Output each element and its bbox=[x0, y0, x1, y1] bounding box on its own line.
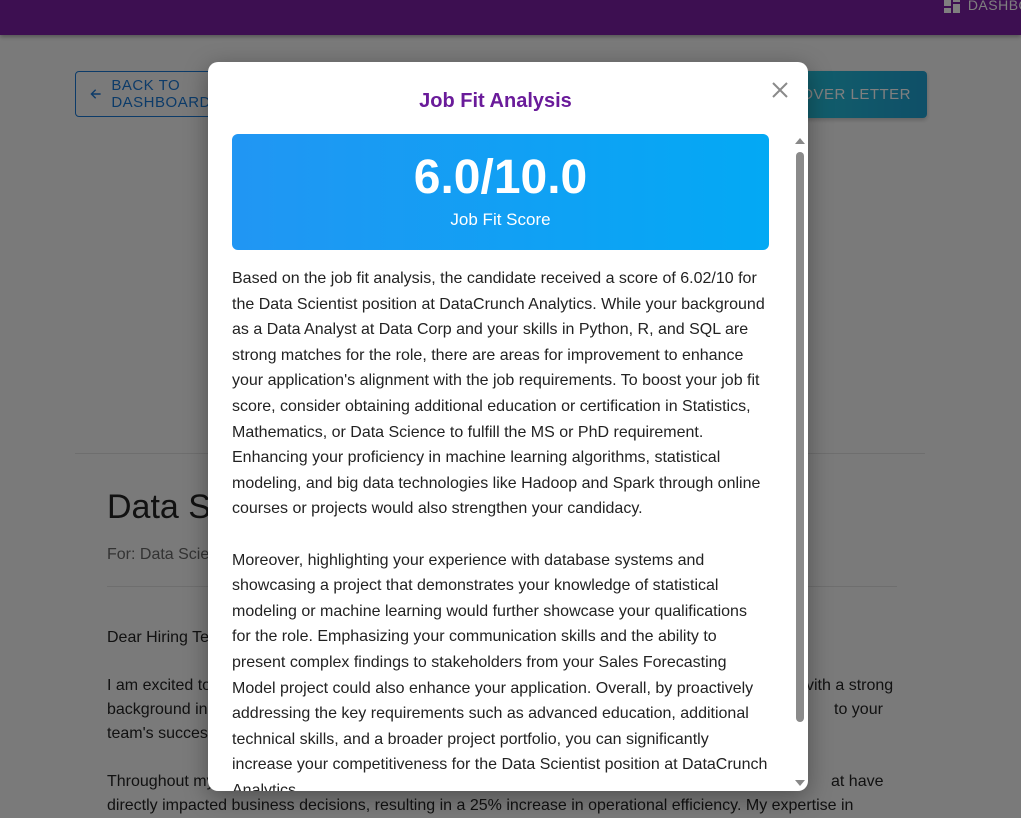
close-icon bbox=[772, 82, 788, 98]
score-card: 6.0/10.0 Job Fit Score bbox=[232, 134, 769, 250]
scrollbar-thumb[interactable] bbox=[796, 152, 804, 722]
dialog-content[interactable]: 6.0/10.0 Job Fit Score Based on the job … bbox=[232, 134, 769, 791]
analysis-paragraph: Based on the job fit analysis, the candi… bbox=[232, 270, 765, 518]
close-button[interactable] bbox=[770, 80, 790, 100]
analysis-text: Based on the job fit analysis, the candi… bbox=[232, 266, 769, 791]
dialog-title: Job Fit Analysis bbox=[419, 90, 572, 112]
scroll-up-arrow[interactable] bbox=[795, 138, 805, 144]
analysis-paragraph: Moreover, highlighting your experience w… bbox=[232, 551, 768, 791]
scroll-down-arrow[interactable] bbox=[795, 780, 805, 786]
job-fit-dialog: Job Fit Analysis 6.0/10.0 Job Fit Score … bbox=[208, 62, 808, 791]
score-label: Job Fit Score bbox=[450, 210, 551, 229]
score-value: 6.0/10.0 bbox=[413, 151, 588, 204]
